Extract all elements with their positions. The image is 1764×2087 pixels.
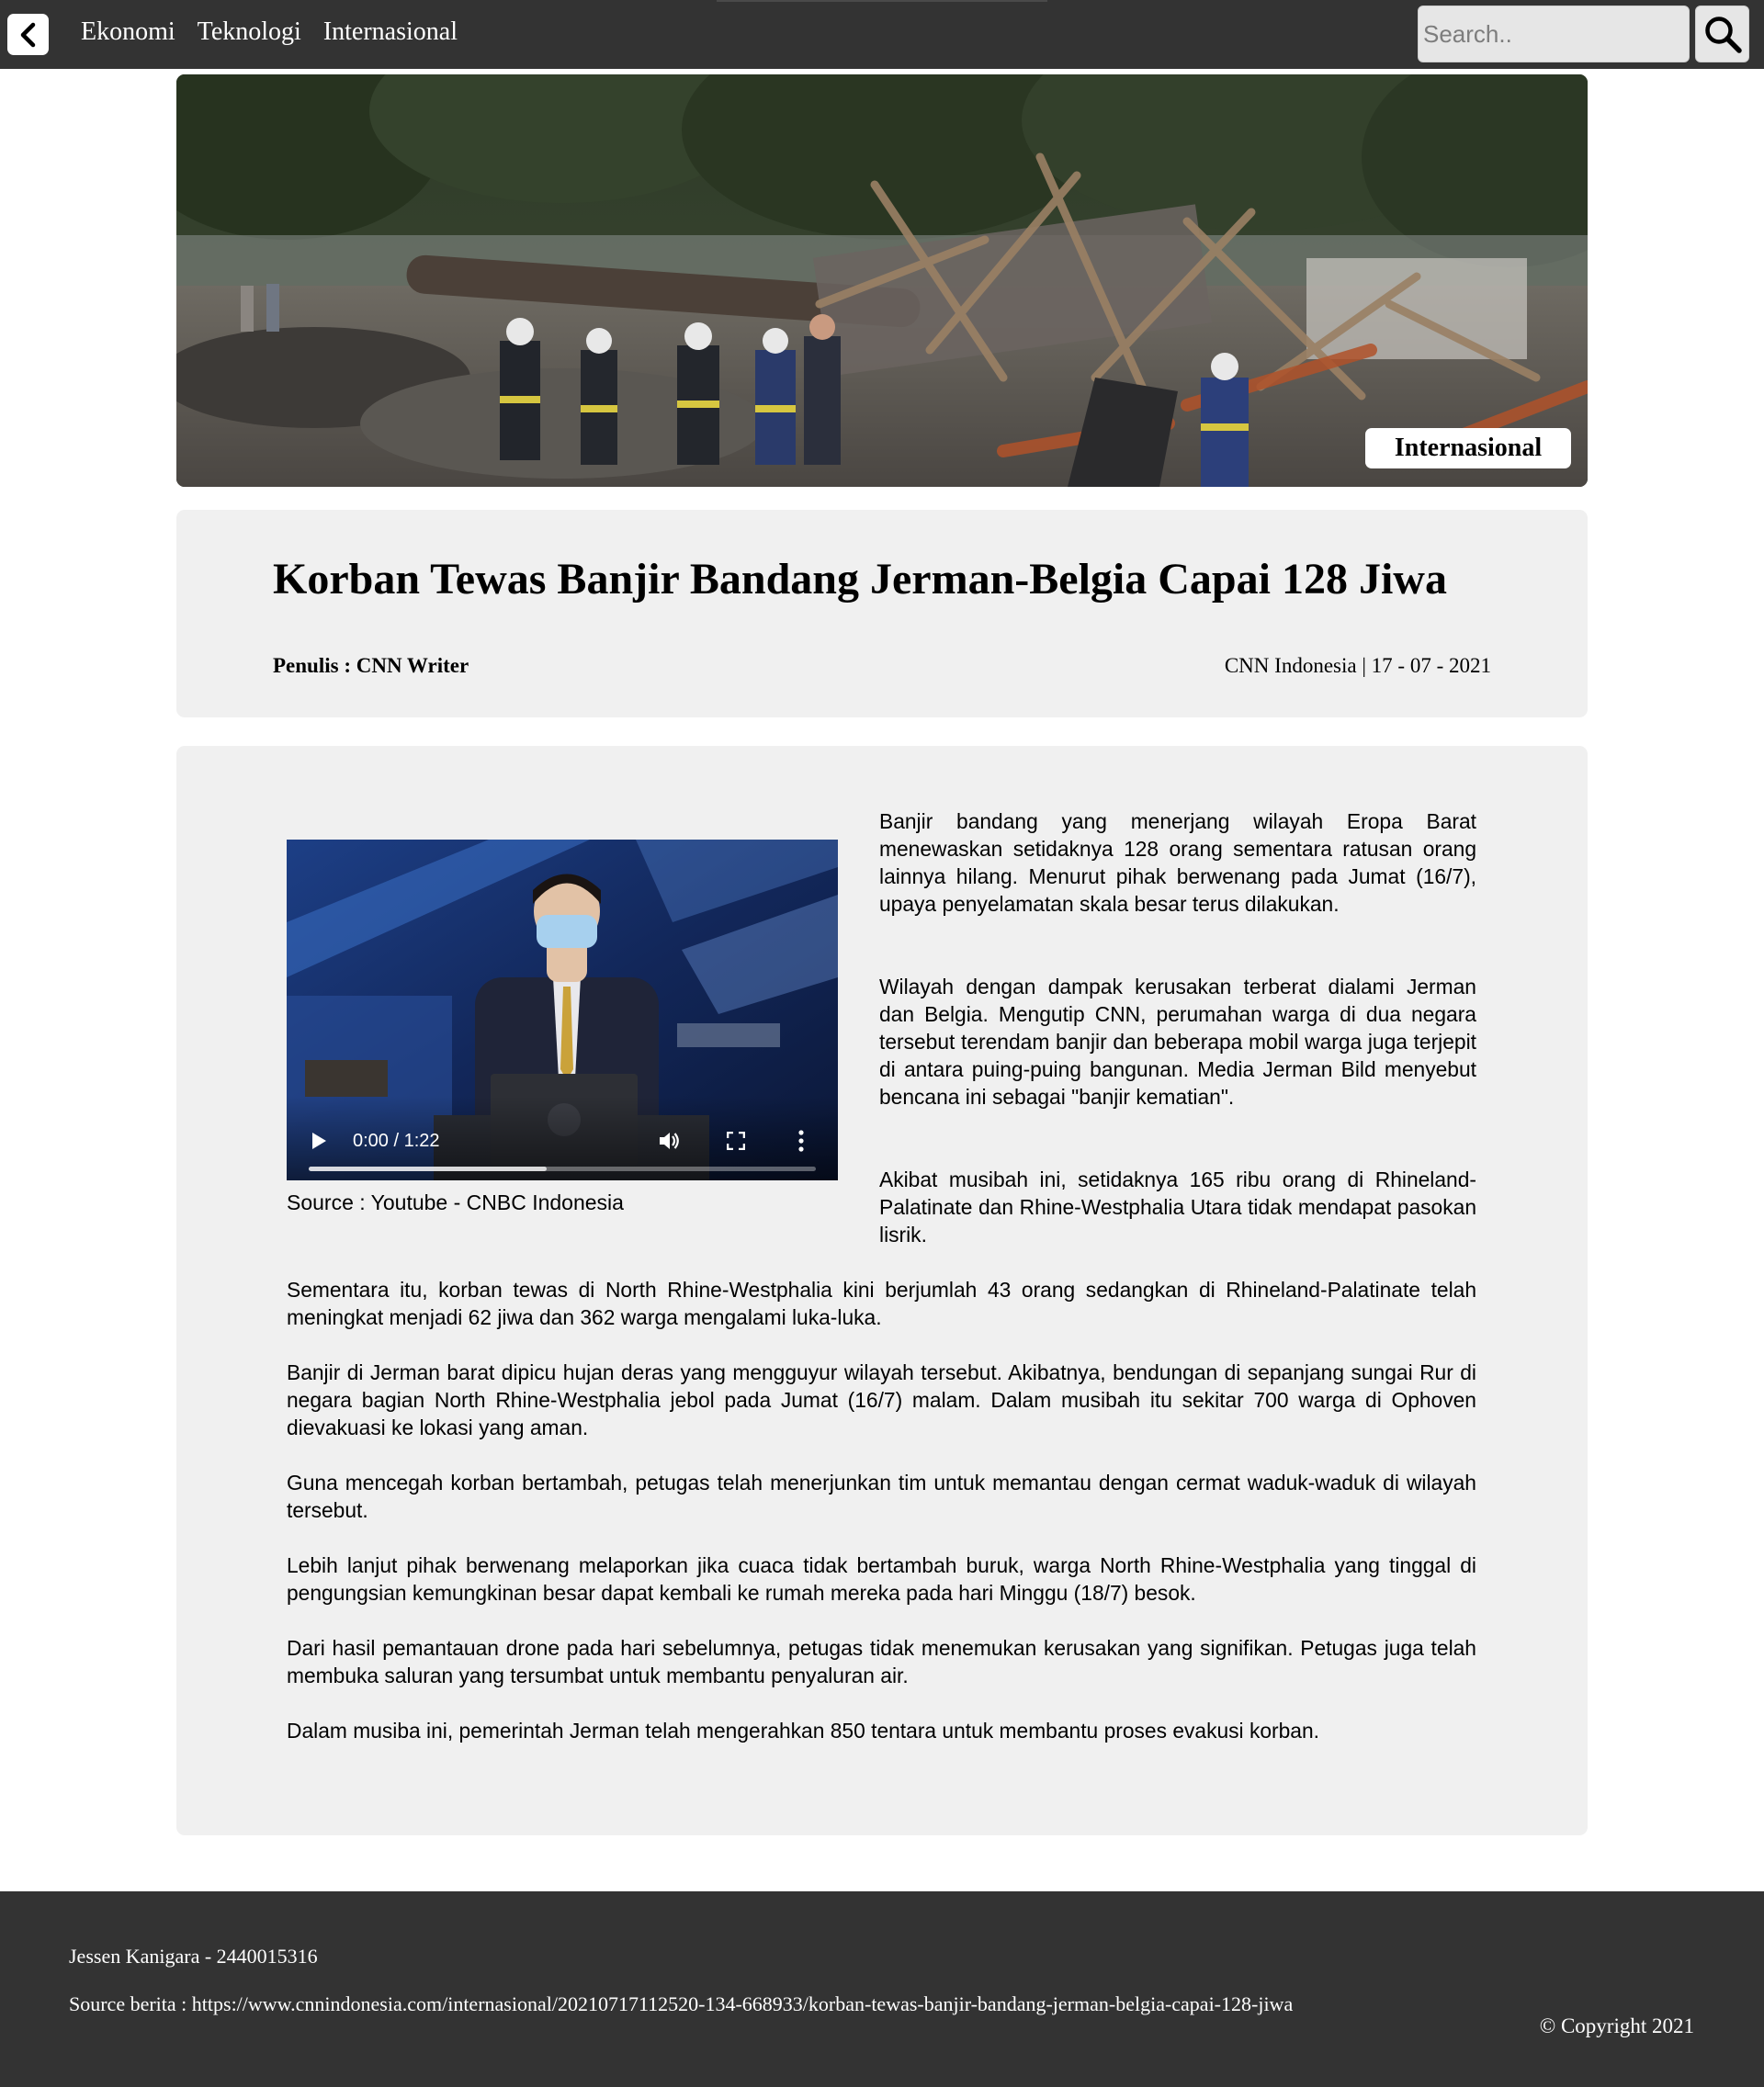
search-button[interactable] [1695, 6, 1749, 62]
video-progress-fill [309, 1167, 548, 1171]
footer-copyright: © Copyright 2021 [1539, 2014, 1694, 2037]
video-time: 0:00 / 1:22 [353, 1131, 440, 1151]
nav-link-internasional[interactable]: Internasional [323, 17, 458, 47]
flood-debris-photo [176, 74, 1588, 487]
article-title: Korban Tewas Banjir Bandang Jerman-Belgi… [273, 555, 1447, 604]
article-paragraph-8: Dari hasil pemantauan drone pada hari se… [287, 1636, 1476, 1687]
fullscreen-icon [727, 1132, 745, 1150]
article-body-card: 0:00 / 1:22 Source: Youtube - CNBC Indo… [176, 746, 1588, 1835]
nav-link-teknologi[interactable]: Teknologi [198, 17, 301, 47]
top-navbar: Ekonomi Teknologi Internasional [0, 0, 1764, 69]
article-paragraph-5: Banjir di Jerman barat dipicu hujan dera… [287, 1360, 1476, 1439]
article-paragraph-6: Guna mencegah korban bertambah, petugas … [287, 1471, 1476, 1522]
footer-author: Jessen Kanigara - 2440015316 [69, 1945, 318, 1968]
category-badge[interactable]: Internasional [1365, 428, 1571, 468]
video-controls: 0:00 / 1:22 [287, 1096, 838, 1180]
chevron-left-icon [20, 22, 35, 47]
nav-accent-strip [717, 0, 1047, 2]
nav-links: Ekonomi Teknologi Internasional [81, 14, 458, 51]
article-paragraph-9: Dalam musiba ini, pemerintah Jerman tela… [287, 1719, 1319, 1743]
play-icon [312, 1133, 326, 1149]
video-player[interactable]: 0:00 / 1:22 [287, 840, 838, 1180]
search-icon [1704, 17, 1742, 53]
more-vertical-icon [798, 1130, 804, 1152]
volume-button[interactable] [656, 1127, 684, 1155]
more-options-button[interactable] [787, 1127, 815, 1155]
article-paragraph-1: Banjir bandang yang menerjang wilayah Er… [879, 809, 1476, 916]
volume-icon [660, 1133, 679, 1149]
article-author: Penulis : CNN Writer [273, 654, 469, 677]
back-button[interactable] [7, 14, 49, 55]
video-figure: 0:00 / 1:22 Source: Youtube - CNBC Indo… [287, 840, 838, 1216]
footer-source-link[interactable]: Source berita : https://www.cnnindonesia… [69, 1992, 1293, 2016]
article-paragraph-4: Sementara itu, korban tewas di North Rhi… [287, 1278, 1476, 1329]
article-header-card: Korban Tewas Banjir Bandang Jerman-Belgi… [176, 510, 1588, 717]
article-source-date: CNN Indonesia | 17 - 07 - 2021 [1224, 654, 1491, 677]
article-paragraph-7: Lebih lanjut pihak berwenang melaporkan … [287, 1553, 1476, 1605]
hero-image: Internasional [176, 74, 1588, 487]
article-paragraph-2: Wilayah dengan dampak kerusakan terberat… [879, 975, 1476, 1109]
video-caption: Source : Youtube - CNBC Indonesia [287, 1190, 624, 1214]
page-footer: Jessen Kanigara - 2440015316 Source beri… [0, 1891, 1764, 2087]
video-progress-bar[interactable] [309, 1167, 816, 1171]
search-input[interactable] [1418, 6, 1690, 62]
article-paragraph-3: Akibat musibah ini, setidaknya 165 ribu … [879, 1168, 1476, 1247]
fullscreen-button[interactable] [722, 1127, 750, 1155]
play-button[interactable] [307, 1129, 331, 1153]
nav-link-ekonomi[interactable]: Ekonomi [81, 17, 175, 47]
